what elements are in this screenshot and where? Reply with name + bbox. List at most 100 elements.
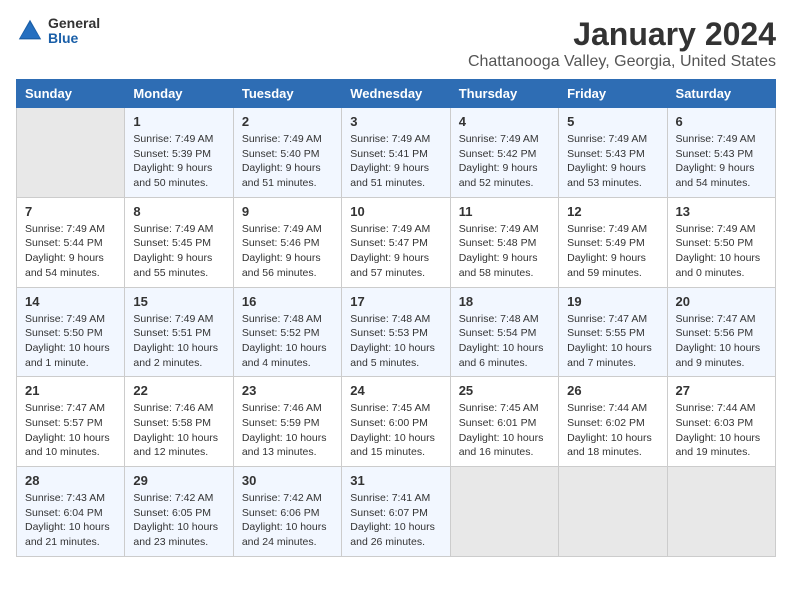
calendar-cell: 23 Sunrise: 7:46 AM Sunset: 5:59 PM Dayli… — [233, 377, 341, 467]
day-number: 3 — [350, 114, 441, 129]
day-number: 15 — [133, 294, 224, 309]
logo-icon — [16, 17, 44, 45]
day-info: Sunrise: 7:49 AM Sunset: 5:42 PM Dayligh… — [459, 132, 550, 191]
day-number: 30 — [242, 473, 333, 488]
day-info: Sunrise: 7:49 AM Sunset: 5:41 PM Dayligh… — [350, 132, 441, 191]
day-info: Sunrise: 7:41 AM Sunset: 6:07 PM Dayligh… — [350, 491, 441, 550]
header: General Blue January 2024 Chattanooga Va… — [16, 16, 776, 71]
day-number: 25 — [459, 383, 550, 398]
header-day-monday: Monday — [125, 80, 233, 108]
day-info: Sunrise: 7:47 AM Sunset: 5:56 PM Dayligh… — [676, 312, 767, 371]
day-info: Sunrise: 7:49 AM Sunset: 5:43 PM Dayligh… — [676, 132, 767, 191]
calendar-cell — [17, 108, 125, 198]
calendar-cell: 27Sunrise: 7:44 AM Sunset: 6:03 PM Dayli… — [667, 377, 775, 467]
calendar-cell: 21 Sunrise: 7:47 AM Sunset: 5:57 PM Dayli… — [17, 377, 125, 467]
calendar-cell: 15 Sunrise: 7:49 AM Sunset: 5:51 PM Dayli… — [125, 287, 233, 377]
day-number: 18 — [459, 294, 550, 309]
header-day-thursday: Thursday — [450, 80, 558, 108]
day-number: 2 — [242, 114, 333, 129]
logo-general-text: General — [48, 16, 100, 31]
day-info: Sunrise: 7:45 AM Sunset: 6:00 PM Dayligh… — [350, 401, 441, 460]
week-row-3: 21 Sunrise: 7:47 AM Sunset: 5:57 PM Dayli… — [17, 377, 776, 467]
calendar-cell — [667, 467, 775, 557]
day-number: 8 — [133, 204, 224, 219]
day-number: 7 — [25, 204, 116, 219]
calendar-cell: 25 Sunrise: 7:45 AM Sunset: 6:01 PM Dayli… — [450, 377, 558, 467]
day-number: 10 — [350, 204, 441, 219]
week-row-0: 1Sunrise: 7:49 AM Sunset: 5:39 PM Daylig… — [17, 108, 776, 198]
day-info: Sunrise: 7:49 AM Sunset: 5:44 PM Dayligh… — [25, 222, 116, 281]
calendar-table: SundayMondayTuesdayWednesdayThursdayFrid… — [16, 79, 776, 557]
day-number: 12 — [567, 204, 658, 219]
logo-blue-text: Blue — [48, 31, 100, 46]
day-info: Sunrise: 7:48 AM Sunset: 5:52 PM Dayligh… — [242, 312, 333, 371]
day-number: 5 — [567, 114, 658, 129]
day-info: Sunrise: 7:49 AM Sunset: 5:47 PM Dayligh… — [350, 222, 441, 281]
calendar-cell: 12 Sunrise: 7:49 AM Sunset: 5:49 PM Dayli… — [559, 197, 667, 287]
day-number: 21 — [25, 383, 116, 398]
day-info: Sunrise: 7:49 AM Sunset: 5:50 PM Dayligh… — [25, 312, 116, 371]
calendar-cell: 20Sunrise: 7:47 AM Sunset: 5:56 PM Dayli… — [667, 287, 775, 377]
calendar-cell: 28 Sunrise: 7:43 AM Sunset: 6:04 PM Dayli… — [17, 467, 125, 557]
day-number: 16 — [242, 294, 333, 309]
calendar-cell: 10 Sunrise: 7:49 AM Sunset: 5:47 PM Dayli… — [342, 197, 450, 287]
day-number: 31 — [350, 473, 441, 488]
day-info: Sunrise: 7:46 AM Sunset: 5:58 PM Dayligh… — [133, 401, 224, 460]
day-info: Sunrise: 7:47 AM Sunset: 5:57 PM Dayligh… — [25, 401, 116, 460]
calendar-cell: 13 Sunrise: 7:49 AM Sunset: 5:50 PM Dayli… — [667, 197, 775, 287]
logo: General Blue — [16, 16, 100, 47]
calendar-cell: 30 Sunrise: 7:42 AM Sunset: 6:06 PM Dayli… — [233, 467, 341, 557]
day-number: 6 — [676, 114, 767, 129]
calendar-cell: 1Sunrise: 7:49 AM Sunset: 5:39 PM Daylig… — [125, 108, 233, 198]
day-number: 23 — [242, 383, 333, 398]
calendar-cell: 26 Sunrise: 7:44 AM Sunset: 6:02 PM Dayli… — [559, 377, 667, 467]
calendar-cell: 17Sunrise: 7:48 AM Sunset: 5:53 PM Dayli… — [342, 287, 450, 377]
day-info: Sunrise: 7:49 AM Sunset: 5:39 PM Dayligh… — [133, 132, 224, 191]
day-number: 11 — [459, 204, 550, 219]
day-number: 14 — [25, 294, 116, 309]
header-day-saturday: Saturday — [667, 80, 775, 108]
day-info: Sunrise: 7:49 AM Sunset: 5:49 PM Dayligh… — [567, 222, 658, 281]
calendar-cell: 3 Sunrise: 7:49 AM Sunset: 5:41 PM Daylig… — [342, 108, 450, 198]
day-info: Sunrise: 7:47 AM Sunset: 5:55 PM Dayligh… — [567, 312, 658, 371]
calendar-cell: 7 Sunrise: 7:49 AM Sunset: 5:44 PM Daylig… — [17, 197, 125, 287]
calendar-cell: 11 Sunrise: 7:49 AM Sunset: 5:48 PM Dayli… — [450, 197, 558, 287]
day-info: Sunrise: 7:49 AM Sunset: 5:43 PM Dayligh… — [567, 132, 658, 191]
calendar-cell: 2 Sunrise: 7:49 AM Sunset: 5:40 PM Daylig… — [233, 108, 341, 198]
day-info: Sunrise: 7:49 AM Sunset: 5:40 PM Dayligh… — [242, 132, 333, 191]
day-info: Sunrise: 7:49 AM Sunset: 5:45 PM Dayligh… — [133, 222, 224, 281]
day-info: Sunrise: 7:49 AM Sunset: 5:48 PM Dayligh… — [459, 222, 550, 281]
calendar-cell: 29 Sunrise: 7:42 AM Sunset: 6:05 PM Dayli… — [125, 467, 233, 557]
day-number: 13 — [676, 204, 767, 219]
header-day-sunday: Sunday — [17, 80, 125, 108]
calendar-cell: 24 Sunrise: 7:45 AM Sunset: 6:00 PM Dayli… — [342, 377, 450, 467]
day-info: Sunrise: 7:44 AM Sunset: 6:03 PM Dayligh… — [676, 401, 767, 460]
title-area: January 2024 Chattanooga Valley, Georgia… — [468, 16, 776, 71]
header-day-wednesday: Wednesday — [342, 80, 450, 108]
day-number: 29 — [133, 473, 224, 488]
day-number: 19 — [567, 294, 658, 309]
day-number: 28 — [25, 473, 116, 488]
calendar-cell: 16 Sunrise: 7:48 AM Sunset: 5:52 PM Dayli… — [233, 287, 341, 377]
day-info: Sunrise: 7:49 AM Sunset: 5:51 PM Dayligh… — [133, 312, 224, 371]
day-info: Sunrise: 7:42 AM Sunset: 6:06 PM Dayligh… — [242, 491, 333, 550]
header-day-tuesday: Tuesday — [233, 80, 341, 108]
calendar-cell: 9Sunrise: 7:49 AM Sunset: 5:46 PM Daylig… — [233, 197, 341, 287]
day-number: 4 — [459, 114, 550, 129]
day-info: Sunrise: 7:46 AM Sunset: 5:59 PM Dayligh… — [242, 401, 333, 460]
calendar-header: SundayMondayTuesdayWednesdayThursdayFrid… — [17, 80, 776, 108]
day-info: Sunrise: 7:42 AM Sunset: 6:05 PM Dayligh… — [133, 491, 224, 550]
day-info: Sunrise: 7:45 AM Sunset: 6:01 PM Dayligh… — [459, 401, 550, 460]
day-number: 26 — [567, 383, 658, 398]
day-info: Sunrise: 7:43 AM Sunset: 6:04 PM Dayligh… — [25, 491, 116, 550]
day-info: Sunrise: 7:48 AM Sunset: 5:54 PM Dayligh… — [459, 312, 550, 371]
week-row-2: 14 Sunrise: 7:49 AM Sunset: 5:50 PM Dayli… — [17, 287, 776, 377]
header-row: SundayMondayTuesdayWednesdayThursdayFrid… — [17, 80, 776, 108]
calendar-cell — [450, 467, 558, 557]
day-info: Sunrise: 7:49 AM Sunset: 5:50 PM Dayligh… — [676, 222, 767, 281]
day-info: Sunrise: 7:44 AM Sunset: 6:02 PM Dayligh… — [567, 401, 658, 460]
calendar-cell: 8 Sunrise: 7:49 AM Sunset: 5:45 PM Daylig… — [125, 197, 233, 287]
calendar-body: 1Sunrise: 7:49 AM Sunset: 5:39 PM Daylig… — [17, 108, 776, 557]
day-number: 9 — [242, 204, 333, 219]
day-number: 24 — [350, 383, 441, 398]
